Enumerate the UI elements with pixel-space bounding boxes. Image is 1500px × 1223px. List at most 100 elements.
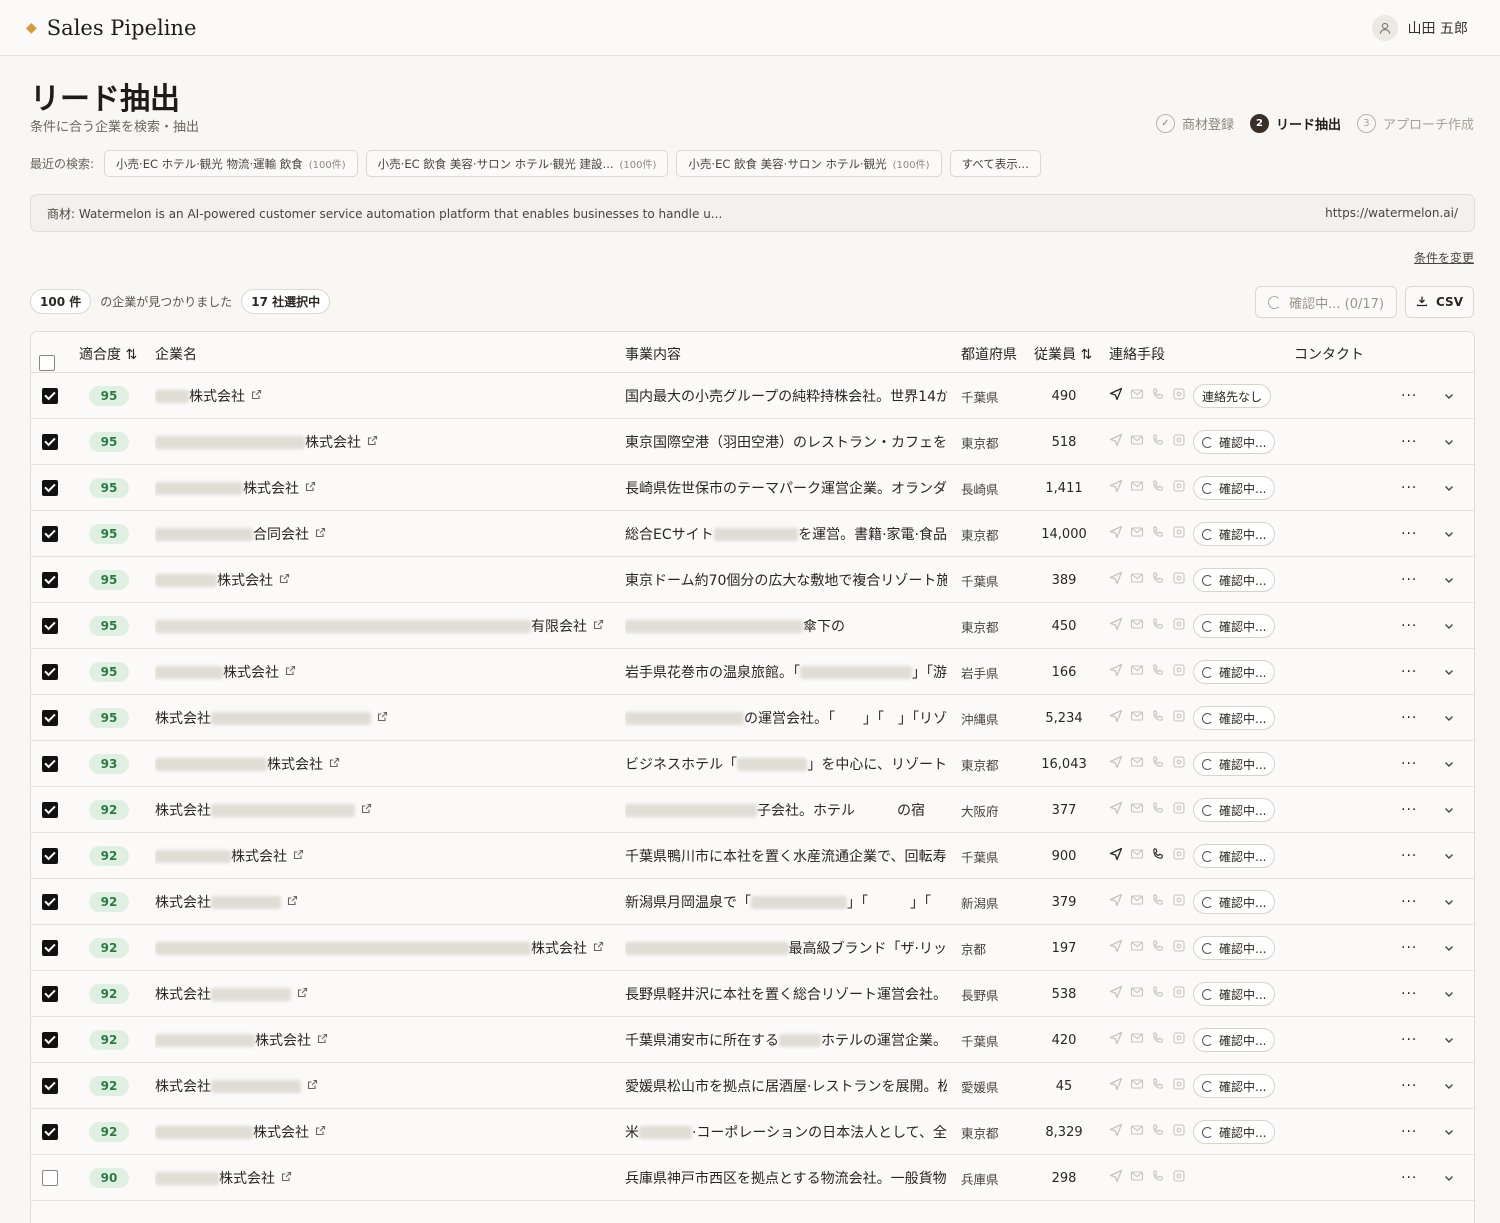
- mail-icon[interactable]: [1130, 985, 1144, 1003]
- row-checkbox[interactable]: [42, 603, 58, 649]
- phone-icon[interactable]: [1151, 801, 1165, 819]
- row-checkbox[interactable]: [42, 741, 58, 787]
- phone-icon[interactable]: [1151, 387, 1165, 405]
- checking-button[interactable]: 確認中... (0/17): [1255, 286, 1398, 318]
- chevron-down-icon[interactable]: [1443, 419, 1455, 465]
- more-icon[interactable]: ···: [1401, 833, 1417, 879]
- company-cell[interactable]: 株式会社: [155, 741, 615, 787]
- company-cell[interactable]: 株式会社: [155, 557, 615, 603]
- row-checkbox[interactable]: [42, 511, 58, 557]
- contact-status[interactable]: 確認中...: [1193, 476, 1276, 500]
- more-icon[interactable]: ···: [1401, 787, 1417, 833]
- row-checkbox[interactable]: [42, 373, 58, 419]
- chevron-down-icon[interactable]: [1443, 741, 1455, 787]
- more-icon[interactable]: ···: [1401, 419, 1417, 465]
- chevron-down-icon[interactable]: [1443, 925, 1455, 971]
- chevron-down-icon[interactable]: [1443, 1155, 1455, 1201]
- external-link-icon[interactable]: [287, 895, 298, 909]
- form-icon[interactable]: [1172, 1123, 1186, 1141]
- step-3[interactable]: 3 アプローチ作成: [1356, 114, 1474, 133]
- chevron-down-icon[interactable]: [1443, 603, 1455, 649]
- contact-status[interactable]: 確認中...: [1193, 568, 1276, 592]
- chevron-down-icon[interactable]: [1443, 373, 1455, 419]
- row-checkbox[interactable]: [42, 465, 58, 511]
- company-cell[interactable]: 株式会社: [155, 373, 615, 419]
- contact-status[interactable]: 確認中...: [1193, 1120, 1276, 1144]
- external-link-icon[interactable]: [315, 527, 326, 541]
- row-checkbox[interactable]: [42, 1017, 58, 1063]
- send-icon[interactable]: [1109, 1169, 1123, 1187]
- mail-icon[interactable]: [1130, 433, 1144, 451]
- table-row[interactable]: 92 株式会社 千葉県浦安市に所在する ホテルの運営企業。 千葉県 420 確認中... ··…: [31, 1017, 1474, 1063]
- mail-icon[interactable]: [1130, 571, 1144, 589]
- table-row[interactable]: 92 株式会社 愛媛県松山市を拠点に居酒屋·レストランを展開。松山 愛媛県 45 確認中.…: [31, 1063, 1474, 1109]
- company-cell[interactable]: 株式会社: [155, 1109, 615, 1155]
- mail-icon[interactable]: [1130, 1031, 1144, 1049]
- phone-icon[interactable]: [1151, 847, 1165, 865]
- send-icon[interactable]: [1109, 1077, 1123, 1095]
- send-icon[interactable]: [1109, 755, 1123, 773]
- send-icon[interactable]: [1109, 663, 1123, 681]
- table-row[interactable]: 92 株式会社 新潟県月岡温泉で「 」「 」「 新潟県 379 確認中... ···: [31, 879, 1474, 925]
- company-cell[interactable]: 株式会社: [155, 1063, 615, 1109]
- phone-icon[interactable]: [1151, 1123, 1165, 1141]
- step-2[interactable]: 2 リード抽出: [1249, 114, 1341, 133]
- row-checkbox[interactable]: [42, 925, 58, 971]
- mail-icon[interactable]: [1130, 479, 1144, 497]
- product-url[interactable]: https://watermelon.ai/: [1325, 206, 1458, 220]
- contact-status[interactable]: 確認中...: [1193, 982, 1276, 1006]
- more-icon[interactable]: ···: [1401, 695, 1417, 741]
- chevron-down-icon[interactable]: [1443, 511, 1455, 557]
- external-link-icon[interactable]: [317, 1033, 328, 1047]
- company-cell[interactable]: 株式会社: [155, 971, 615, 1017]
- user-menu[interactable]: 山田 五郎: [1371, 14, 1468, 41]
- mail-icon[interactable]: [1130, 1169, 1144, 1187]
- table-row[interactable]: 92 株式会社 子会社。ホテル の宿 大阪府 377 確認中... ···: [31, 787, 1474, 833]
- chevron-down-icon[interactable]: [1443, 1017, 1455, 1063]
- company-cell[interactable]: 株式会社: [155, 1155, 615, 1201]
- row-checkbox[interactable]: [42, 419, 58, 465]
- table-row[interactable]: 90 株式会社 兵庫県神戸市西区を拠点とする物流会社。一般貨物自 兵庫県 298 ···: [31, 1155, 1474, 1201]
- send-icon[interactable]: [1109, 893, 1123, 911]
- form-icon[interactable]: [1172, 663, 1186, 681]
- external-link-icon[interactable]: [251, 389, 262, 403]
- chevron-down-icon[interactable]: [1443, 1063, 1455, 1109]
- row-checkbox[interactable]: [42, 879, 58, 925]
- phone-icon[interactable]: [1151, 1077, 1165, 1095]
- row-checkbox[interactable]: [42, 557, 58, 603]
- more-icon[interactable]: ···: [1401, 1109, 1417, 1155]
- external-link-icon[interactable]: [285, 665, 296, 679]
- phone-icon[interactable]: [1151, 663, 1165, 681]
- chevron-down-icon[interactable]: [1443, 695, 1455, 741]
- send-icon[interactable]: [1109, 617, 1123, 635]
- more-icon[interactable]: ···: [1401, 511, 1417, 557]
- table-row[interactable]: 95 株式会社 の運営会社。「 」「 」「リゾ 沖縄県 5,234 確認中... ···: [31, 695, 1474, 741]
- more-icon[interactable]: ···: [1401, 1063, 1417, 1109]
- send-icon[interactable]: [1109, 387, 1123, 405]
- mail-icon[interactable]: [1130, 1077, 1144, 1095]
- more-icon[interactable]: ···: [1401, 1155, 1417, 1201]
- external-link-icon[interactable]: [307, 1079, 318, 1093]
- send-icon[interactable]: [1109, 479, 1123, 497]
- external-link-icon[interactable]: [279, 573, 290, 587]
- table-row[interactable]: 95 株式会社 東京ドーム約70個分の広大な敷地で複合リゾート施設 千葉県 389 確認中…: [31, 557, 1474, 603]
- header-employees[interactable]: 従業員 ⇅: [1034, 344, 1092, 364]
- form-icon[interactable]: [1172, 1077, 1186, 1095]
- contact-status[interactable]: 確認中...: [1193, 1074, 1276, 1098]
- mail-icon[interactable]: [1130, 1123, 1144, 1141]
- contact-status[interactable]: 連絡先なし: [1193, 384, 1272, 408]
- form-icon[interactable]: [1172, 479, 1186, 497]
- row-checkbox[interactable]: [42, 649, 58, 695]
- external-link-icon[interactable]: [297, 987, 308, 1001]
- external-link-icon[interactable]: [593, 941, 604, 955]
- row-checkbox[interactable]: [42, 1109, 58, 1155]
- row-checkbox[interactable]: [42, 1063, 58, 1109]
- company-cell[interactable]: 株式会社: [155, 833, 615, 879]
- form-icon[interactable]: [1172, 387, 1186, 405]
- more-icon[interactable]: ···: [1401, 603, 1417, 649]
- mail-icon[interactable]: [1130, 755, 1144, 773]
- send-icon[interactable]: [1109, 939, 1123, 957]
- recent-search-chip[interactable]: 小売·EC 飲食 美容·サロン ホテル·観光 (100件): [676, 150, 942, 177]
- company-cell[interactable]: 有限会社: [155, 603, 615, 649]
- contact-status[interactable]: 確認中...: [1193, 752, 1276, 776]
